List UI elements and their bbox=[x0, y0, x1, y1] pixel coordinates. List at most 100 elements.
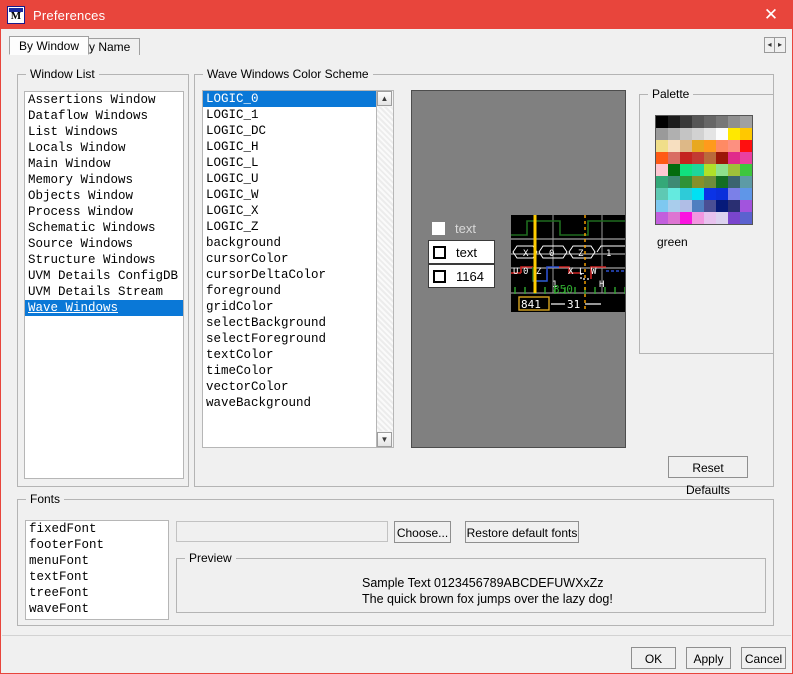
palette-swatch[interactable] bbox=[680, 128, 692, 140]
palette-swatch[interactable] bbox=[704, 188, 716, 200]
palette-swatch[interactable] bbox=[680, 188, 692, 200]
font-name-field[interactable] bbox=[176, 521, 388, 542]
palette-swatch[interactable] bbox=[692, 176, 704, 188]
color-preview-pane[interactable]: text text 1164 X 0 Z 1 U 0 Z 1 X L W H 8… bbox=[411, 90, 626, 448]
list-item[interactable]: Source Windows bbox=[25, 236, 183, 252]
palette-swatch[interactable] bbox=[692, 212, 704, 224]
palette-swatch[interactable] bbox=[656, 152, 668, 164]
palette-swatch[interactable] bbox=[716, 128, 728, 140]
tab-scroll-left-icon[interactable]: ◂ bbox=[764, 37, 775, 53]
list-item[interactable]: Assertions Window bbox=[25, 92, 183, 108]
list-item[interactable]: background bbox=[203, 235, 376, 251]
close-icon[interactable]: ✕ bbox=[758, 4, 784, 26]
palette-swatch[interactable] bbox=[704, 128, 716, 140]
palette-swatch[interactable] bbox=[668, 140, 680, 152]
palette-swatch[interactable] bbox=[740, 164, 752, 176]
palette-swatch[interactable] bbox=[692, 128, 704, 140]
list-item[interactable]: Dataflow Windows bbox=[25, 108, 183, 124]
list-item[interactable]: UVM Details Stream bbox=[25, 284, 183, 300]
palette-swatch[interactable] bbox=[668, 188, 680, 200]
palette-swatch[interactable] bbox=[716, 164, 728, 176]
palette-swatch[interactable] bbox=[716, 212, 728, 224]
palette-swatch[interactable] bbox=[728, 212, 740, 224]
palette-swatch[interactable] bbox=[728, 140, 740, 152]
fonts-list[interactable]: fixedFont footerFont menuFont textFont treeF… bbox=[25, 520, 169, 620]
list-item[interactable]: Objects Window bbox=[25, 188, 183, 204]
cancel-button[interactable]: Cancel bbox=[741, 647, 786, 669]
palette-swatch[interactable] bbox=[704, 212, 716, 224]
palette-swatch[interactable] bbox=[692, 152, 704, 164]
palette-swatch[interactable] bbox=[704, 164, 716, 176]
palette-swatch[interactable] bbox=[740, 176, 752, 188]
palette-swatch[interactable] bbox=[740, 212, 752, 224]
palette-swatch[interactable] bbox=[704, 176, 716, 188]
palette-swatch[interactable] bbox=[704, 140, 716, 152]
palette-swatch[interactable] bbox=[656, 176, 668, 188]
list-item[interactable]: Main Window bbox=[25, 156, 183, 172]
list-item[interactable]: LOGIC_U bbox=[203, 171, 376, 187]
list-item[interactable]: LOGIC_1 bbox=[203, 107, 376, 123]
palette-swatch[interactable] bbox=[716, 152, 728, 164]
list-item[interactable]: textFont bbox=[26, 569, 168, 585]
checkbox-icon[interactable] bbox=[433, 245, 446, 259]
list-item[interactable]: LOGIC_L bbox=[203, 155, 376, 171]
palette-swatch[interactable] bbox=[704, 200, 716, 212]
list-item[interactable]: LOGIC_X bbox=[203, 203, 376, 219]
list-item[interactable]: Locals Window bbox=[25, 140, 183, 156]
list-item[interactable]: waveFont bbox=[26, 601, 168, 617]
palette-swatch[interactable] bbox=[656, 116, 668, 128]
palette-swatch[interactable] bbox=[680, 200, 692, 212]
palette-swatch[interactable] bbox=[728, 128, 740, 140]
list-item[interactable]: Structure Windows bbox=[25, 252, 183, 268]
palette-swatch[interactable] bbox=[716, 188, 728, 200]
list-item[interactable]: treeFont bbox=[26, 585, 168, 601]
palette-swatch[interactable] bbox=[728, 164, 740, 176]
palette-swatch[interactable] bbox=[740, 116, 752, 128]
palette-swatch[interactable] bbox=[692, 200, 704, 212]
palette-swatch[interactable] bbox=[740, 152, 752, 164]
palette-swatch[interactable] bbox=[680, 152, 692, 164]
list-item[interactable]: LOGIC_H bbox=[203, 139, 376, 155]
list-item[interactable]: UVM Details ConfigDB bbox=[25, 268, 183, 284]
list-item[interactable]: timeColor bbox=[203, 363, 376, 379]
preview-row[interactable]: text bbox=[428, 216, 495, 240]
list-item[interactable]: LOGIC_W bbox=[203, 187, 376, 203]
scroll-up-icon[interactable]: ▲ bbox=[377, 91, 392, 106]
list-item[interactable]: Wave Windows bbox=[25, 300, 183, 316]
list-item[interactable]: gridColor bbox=[203, 299, 376, 315]
list-item[interactable]: LOGIC_Z bbox=[203, 219, 376, 235]
palette-swatch[interactable] bbox=[668, 128, 680, 140]
list-item[interactable]: cursorColor bbox=[203, 251, 376, 267]
scroll-down-icon[interactable]: ▼ bbox=[377, 432, 392, 447]
list-item[interactable]: LOGIC_0 bbox=[203, 91, 376, 107]
palette-swatch[interactable] bbox=[680, 140, 692, 152]
palette-swatch[interactable] bbox=[740, 128, 752, 140]
preview-row[interactable]: text bbox=[428, 240, 495, 264]
list-item[interactable]: fixedFont bbox=[26, 521, 168, 537]
reset-defaults-button[interactable]: Reset Defaults bbox=[668, 456, 748, 497]
list-item[interactable]: Memory Windows bbox=[25, 172, 183, 188]
choose-font-button[interactable]: Choose... bbox=[394, 521, 451, 543]
palette-swatch[interactable] bbox=[680, 176, 692, 188]
palette-swatch[interactable] bbox=[680, 212, 692, 224]
palette-swatch[interactable] bbox=[680, 164, 692, 176]
palette-swatch[interactable] bbox=[728, 152, 740, 164]
window-list[interactable]: Assertions Window Dataflow Windows List Wi… bbox=[24, 91, 184, 479]
ok-button[interactable]: OK bbox=[631, 647, 676, 669]
list-item[interactable]: menuFont bbox=[26, 553, 168, 569]
palette-swatch[interactable] bbox=[728, 188, 740, 200]
palette-swatch[interactable] bbox=[668, 164, 680, 176]
palette-swatch[interactable] bbox=[716, 116, 728, 128]
checkbox-icon[interactable] bbox=[432, 221, 445, 235]
tab-by-window[interactable]: By Window bbox=[9, 36, 90, 55]
palette-swatch[interactable] bbox=[656, 140, 668, 152]
palette-swatch[interactable] bbox=[692, 188, 704, 200]
list-item[interactable]: waveBackground bbox=[203, 395, 376, 411]
list-item[interactable]: Schematic Windows bbox=[25, 220, 183, 236]
color-scheme-scrollbar[interactable]: ▲ ▼ bbox=[377, 90, 394, 448]
palette-swatch[interactable] bbox=[704, 116, 716, 128]
palette-swatch[interactable] bbox=[656, 164, 668, 176]
color-scheme-list[interactable]: LOGIC_0 LOGIC_1 LOGIC_DC LOGIC_H LOGIC_L LOGI… bbox=[202, 90, 377, 448]
palette-swatch[interactable] bbox=[668, 212, 680, 224]
palette-swatch[interactable] bbox=[656, 188, 668, 200]
